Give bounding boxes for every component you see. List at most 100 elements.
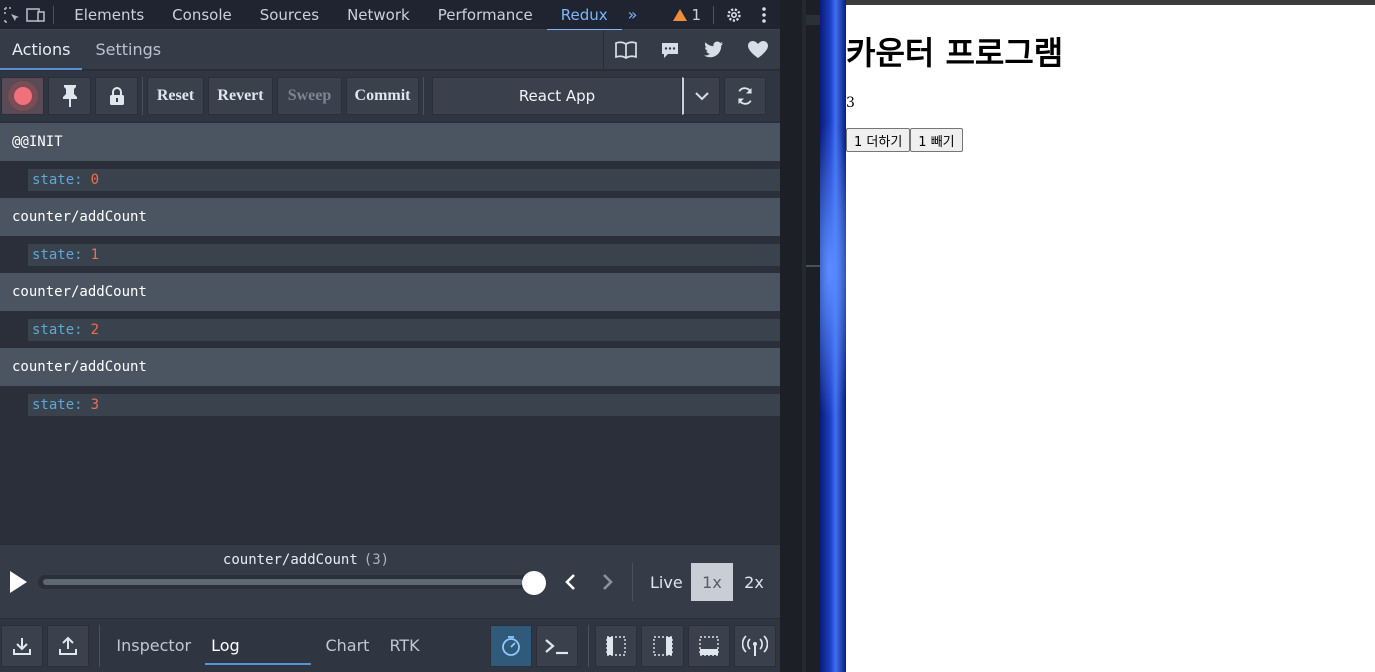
redux-links: [603, 29, 780, 70]
tab-redux[interactable]: Redux: [546, 0, 622, 31]
tab-rtk-query[interactable]: RTK Query: [379, 619, 481, 672]
subtract-one-button[interactable]: 1 빼기: [910, 128, 963, 152]
import-button[interactable]: [1, 624, 44, 667]
log-action-row[interactable]: counter/addCount: [0, 273, 780, 311]
page-top-border: [846, 0, 1375, 5]
tab-performance[interactable]: Performance: [424, 0, 547, 30]
log-state-row: state: 3: [0, 386, 780, 423]
sync-icon: [738, 87, 752, 105]
play-icon[interactable]: [10, 571, 27, 593]
state-key: state:: [32, 246, 83, 263]
persist-timer-button[interactable]: [489, 624, 532, 667]
record-button[interactable]: [1, 77, 44, 115]
state-value: 2: [90, 321, 100, 338]
sweep-button[interactable]: Sweep: [277, 77, 342, 115]
settings-gear-icon[interactable]: [720, 0, 747, 30]
speed-2x-button[interactable]: 2x: [733, 563, 775, 601]
record-dot-icon: [13, 87, 32, 105]
slider-separator: [632, 563, 633, 601]
browser-page: 카운터 프로그램 3 1 더하기 1 빼기: [846, 0, 1375, 672]
download-icon: [13, 637, 32, 655]
tab-settings[interactable]: Settings: [83, 30, 173, 70]
slider-current-action: counter/addCount (3): [0, 552, 612, 568]
sync-button[interactable]: [724, 77, 766, 115]
tab-elements[interactable]: Elements: [60, 0, 158, 30]
devtools-panel: Elements Console Sources Network Perform…: [0, 0, 780, 672]
dock-bottom-button[interactable]: [687, 624, 730, 667]
step-forward-button[interactable]: [598, 572, 618, 592]
state-key: state:: [32, 321, 83, 338]
counter-value: 3: [846, 95, 855, 111]
tab-separator: [53, 5, 55, 24]
bottom-separator: [99, 624, 101, 667]
slider-action-name: counter/addCount: [222, 552, 358, 568]
log-state-row: state: 1: [0, 236, 780, 273]
slider-thumb[interactable]: [522, 571, 546, 595]
device-toolbar-icon[interactable]: [24, 0, 48, 30]
scrollbar-track: [802, 0, 806, 672]
tab-separator: [713, 5, 714, 24]
instance-dropdown-button[interactable]: [682, 77, 720, 115]
terminal-button[interactable]: [536, 624, 579, 667]
kebab-menu-icon[interactable]: [747, 0, 780, 30]
redux-toolbar: Reset Revert Sweep Commit React App: [0, 71, 780, 121]
add-one-button[interactable]: 1 더하기: [846, 128, 911, 152]
revert-button[interactable]: Revert: [208, 77, 273, 115]
log-state: state: 3: [28, 393, 780, 416]
log-state: state: 0: [28, 168, 780, 191]
log-action-row[interactable]: @@INIT: [0, 123, 780, 161]
tab-console[interactable]: Console: [158, 0, 246, 30]
window-gap: [780, 0, 820, 672]
desktop-wallpaper: [820, 0, 846, 672]
page-title: 카운터 프로그램: [846, 34, 1064, 72]
chevron-left-icon: [565, 574, 575, 590]
resize-handle[interactable]: [806, 265, 820, 267]
tab-actions[interactable]: Actions: [0, 30, 83, 70]
toolbar-separator: [423, 77, 424, 115]
state-key: state:: [32, 171, 83, 188]
log-action-row[interactable]: counter/addCount: [0, 198, 780, 236]
dock-right-icon: [652, 635, 673, 656]
slider-fill: [43, 579, 523, 585]
live-button[interactable]: Live: [650, 573, 683, 592]
pin-button[interactable]: [48, 77, 91, 115]
terminal-icon: [545, 638, 569, 654]
slider-action-index: (3): [363, 552, 390, 568]
step-back-button[interactable]: [560, 572, 580, 592]
twitter-icon[interactable]: [692, 30, 736, 70]
redux-sub-tab-bar: Actions Settings: [0, 29, 780, 70]
inspect-element-icon[interactable]: [0, 0, 24, 30]
heart-icon[interactable]: [736, 30, 780, 70]
tab-inspector[interactable]: Inspector: [106, 619, 201, 672]
warnings-badge[interactable]: 1: [673, 6, 701, 24]
log-state: state: 1: [28, 243, 780, 266]
scrollbar-cap: [806, 15, 820, 25]
tab-chart[interactable]: Chart: [315, 619, 379, 672]
broadcast-icon: [741, 634, 768, 656]
chevron-down-icon: [694, 91, 709, 100]
log-action-row[interactable]: counter/addCount: [0, 348, 780, 386]
export-button[interactable]: [47, 624, 90, 667]
state-value: 3: [90, 396, 100, 413]
dock-right-button[interactable]: [641, 624, 684, 667]
remote-button[interactable]: [733, 624, 777, 667]
slider-track[interactable]: [38, 575, 546, 589]
instance-select[interactable]: React App: [432, 77, 682, 115]
state-value: 0: [90, 171, 100, 188]
toolbar-separator: [142, 77, 143, 115]
feedback-chat-icon[interactable]: [648, 30, 692, 70]
tab-sources[interactable]: Sources: [246, 0, 333, 30]
warning-icon: [673, 8, 688, 21]
commit-button[interactable]: Commit: [346, 77, 419, 115]
more-tabs-icon[interactable]: »: [622, 5, 644, 24]
docs-book-icon[interactable]: [604, 30, 648, 70]
dock-left-button[interactable]: [595, 624, 638, 667]
action-log-list: @@INIT state: 0 counter/addCount state: …: [0, 122, 780, 544]
tab-log-monitor[interactable]: Log monitor: [201, 619, 315, 672]
reset-button[interactable]: Reset: [147, 77, 204, 115]
tab-network[interactable]: Network: [333, 0, 424, 30]
lock-button[interactable]: [95, 77, 138, 115]
log-state-row: state: 0: [0, 161, 780, 198]
speed-1x-button[interactable]: 1x: [691, 563, 733, 601]
upload-icon: [59, 636, 78, 655]
